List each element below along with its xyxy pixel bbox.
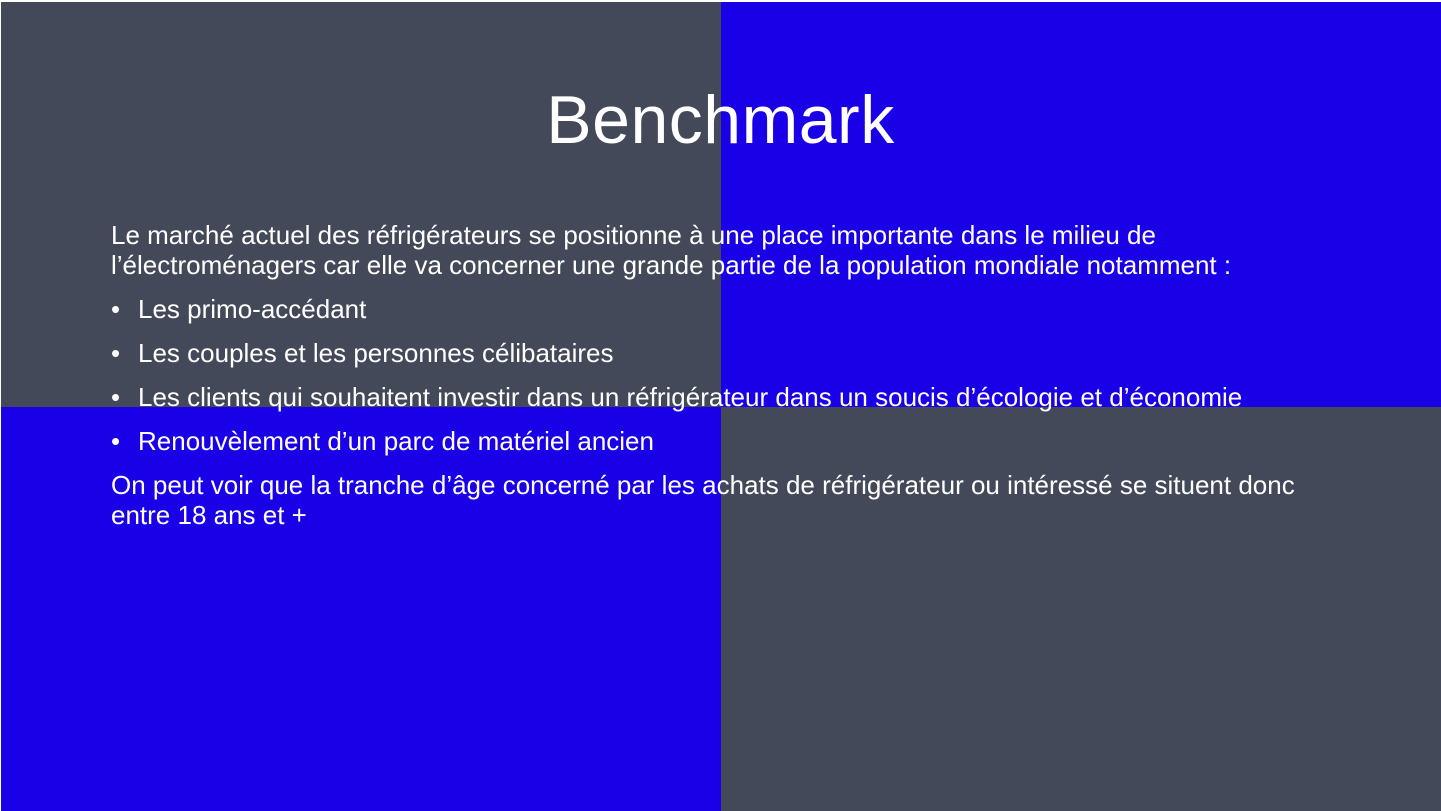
slide-body: Le marché actuel des réfrigérateurs se p… <box>111 220 1341 530</box>
bullet-text: Renouvèlement d’un parc de matériel anci… <box>138 426 654 456</box>
bullet-text: Les clients qui souhaitent investir dans… <box>138 382 1243 412</box>
bullet-item: • Les primo-accédant <box>111 294 1341 325</box>
slide: Benchmark Le marché actuel des réfrigéra… <box>0 0 1441 811</box>
bullet-icon: • <box>111 426 121 456</box>
bullet-item: • Renouvèlement d’un parc de matériel an… <box>111 426 1341 457</box>
bullet-icon: • <box>111 294 121 324</box>
bullet-text: Les primo-accédant <box>138 294 367 324</box>
bullet-list: • Les primo-accédant • Les couples et le… <box>111 294 1341 457</box>
bullet-item: • Les couples et les personnes célibatai… <box>111 338 1341 369</box>
bullet-item: • Les clients qui souhaitent investir da… <box>111 382 1341 413</box>
intro-paragraph: Le marché actuel des réfrigérateurs se p… <box>111 220 1232 280</box>
bullet-text: Les couples et les personnes célibataire… <box>138 338 614 368</box>
bullet-icon: • <box>111 338 121 368</box>
bullet-icon: • <box>111 382 121 412</box>
slide-title: Benchmark <box>546 82 895 158</box>
conclusion-paragraph: On peut voir que la tranche d’âge concer… <box>111 470 1295 530</box>
